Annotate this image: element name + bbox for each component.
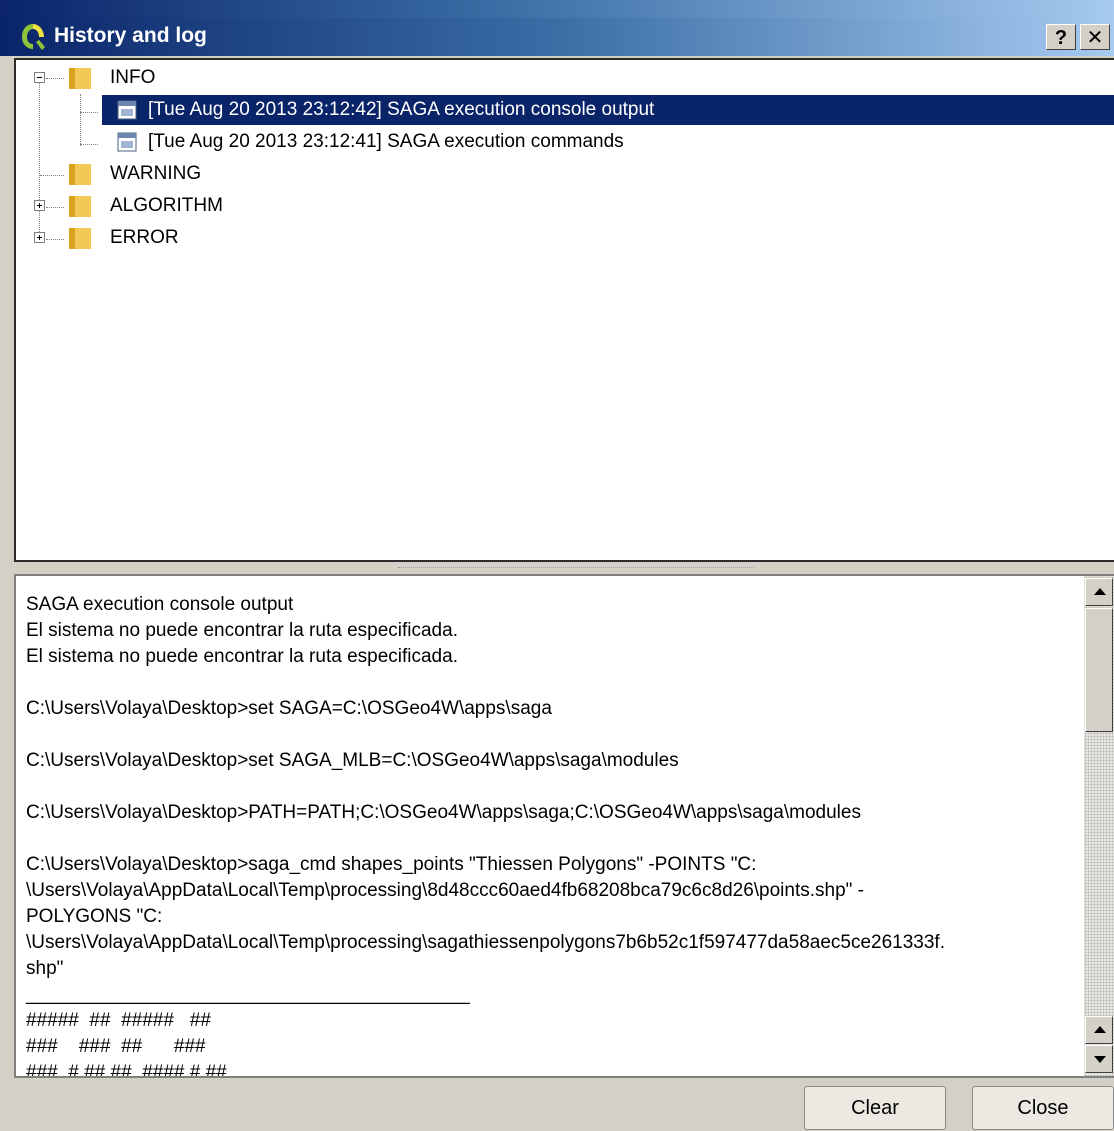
scroll-page-up-button[interactable] xyxy=(1085,1016,1113,1044)
close-button[interactable]: Close xyxy=(972,1086,1114,1130)
title-bar: History and log ? ✕ xyxy=(0,0,1114,56)
log-text-area[interactable]: SAGA execution console output El sistema… xyxy=(14,574,1114,1078)
tree-group-label: INFO xyxy=(110,67,156,88)
folder-icon xyxy=(69,68,91,89)
tree-group-label: WARNING xyxy=(110,163,202,184)
splitter-grip[interactable] xyxy=(398,567,754,570)
help-button[interactable]: ? xyxy=(1046,24,1076,50)
log-entry-icon xyxy=(117,100,137,120)
vertical-scrollbar[interactable] xyxy=(1084,576,1114,1076)
expand-icon[interactable] xyxy=(34,232,45,243)
tree-connector xyxy=(80,144,98,145)
arrow-up-icon xyxy=(1094,588,1106,595)
tree-group-error[interactable]: ERROR xyxy=(16,223,1114,253)
folder-icon xyxy=(69,164,91,185)
scroll-up-button[interactable] xyxy=(1085,578,1113,606)
arrow-down-icon xyxy=(1094,1056,1106,1063)
tree-group-algorithm[interactable]: ALGORITHM xyxy=(16,191,1114,221)
tree-group-label: ALGORITHM xyxy=(110,195,223,216)
collapse-icon[interactable] xyxy=(34,72,45,83)
tree-entry-label: [Tue Aug 20 2013 23:12:42] SAGA executio… xyxy=(148,99,655,120)
tree-connector xyxy=(80,112,98,113)
tree-group-warning[interactable]: WARNING xyxy=(16,159,1114,189)
close-window-button[interactable]: ✕ xyxy=(1080,24,1110,50)
history-tree[interactable]: INFO [Tue Aug 20 2013 23:12:42] SAGA exe… xyxy=(14,58,1114,562)
log-text[interactable]: SAGA execution console output El sistema… xyxy=(26,592,1086,1076)
clear-button[interactable]: Clear xyxy=(804,1086,946,1130)
panel-splitter[interactable] xyxy=(14,562,1114,574)
window-title: History and log xyxy=(54,24,207,47)
tree-group-label: ERROR xyxy=(110,227,179,248)
expand-icon[interactable] xyxy=(34,200,45,211)
scroll-down-button[interactable] xyxy=(1085,1045,1113,1073)
tree-entry-commands[interactable]: [Tue Aug 20 2013 23:12:41] SAGA executio… xyxy=(102,127,1114,157)
qgis-logo-icon xyxy=(22,24,45,50)
tree-connector xyxy=(80,94,81,146)
folder-icon xyxy=(69,228,91,249)
arrow-up-icon xyxy=(1094,1026,1106,1033)
folder-icon xyxy=(69,196,91,217)
tree-group-info[interactable]: INFO xyxy=(16,63,1114,93)
tree-entry-label: [Tue Aug 20 2013 23:12:41] SAGA executio… xyxy=(148,131,624,152)
log-entry-icon xyxy=(117,132,137,152)
tree-entry-console-output[interactable]: [Tue Aug 20 2013 23:12:42] SAGA executio… xyxy=(102,95,1114,125)
scroll-thumb[interactable] xyxy=(1085,608,1113,732)
